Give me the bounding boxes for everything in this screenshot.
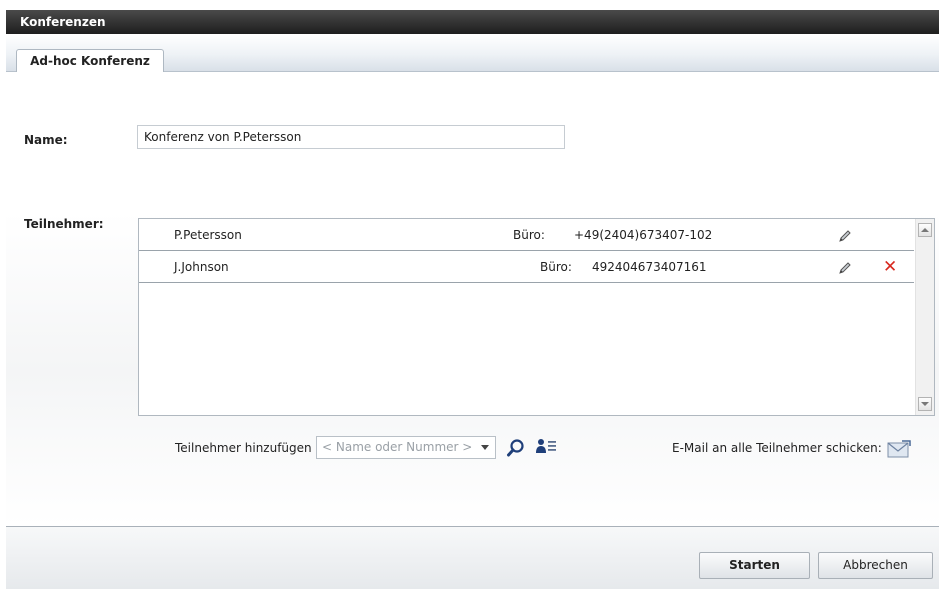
chevron-up-icon xyxy=(921,228,929,232)
participant-row[interactable]: P.Petersson Büro: +49(2404)673407-102 xyxy=(139,219,914,251)
participant-name: J.Johnson xyxy=(174,260,229,274)
add-participant-combobox[interactable]: < Name oder Nummer > xyxy=(316,436,496,459)
add-participant-label: Teilnehmer hinzufügen xyxy=(175,441,312,455)
participants-label: Teilnehmer: xyxy=(24,217,104,231)
name-label: Name: xyxy=(24,133,68,147)
name-input[interactable]: Konferenz von P.Petersson xyxy=(137,125,565,149)
participant-row[interactable]: J.Johnson Büro: 492404673407161 ✕ xyxy=(139,251,914,283)
participant-number: 492404673407161 xyxy=(592,260,707,274)
participant-number: +49(2404)673407-102 xyxy=(574,228,713,242)
search-icon[interactable] xyxy=(506,438,526,458)
participant-type: Büro: xyxy=(540,260,572,274)
tab-ad-hoc-konferenz[interactable]: Ad-hoc Konferenz xyxy=(16,49,164,72)
close-icon[interactable]: ✕ xyxy=(883,251,897,283)
window-title: Konferenzen xyxy=(6,10,939,34)
start-button[interactable]: Starten xyxy=(699,552,810,579)
pencil-icon[interactable] xyxy=(837,228,853,244)
chevron-down-icon[interactable] xyxy=(481,445,489,450)
participant-name: P.Petersson xyxy=(174,228,242,242)
add-participant-placeholder: < Name oder Nummer > xyxy=(322,440,473,454)
participant-type: Büro: xyxy=(513,228,545,242)
contact-list-icon[interactable] xyxy=(535,437,559,457)
cancel-button[interactable]: Abbrechen xyxy=(818,552,933,579)
participant-list-scrollbar[interactable] xyxy=(915,219,934,415)
scroll-down-button[interactable] xyxy=(918,397,932,411)
pencil-icon[interactable] xyxy=(837,260,853,276)
scroll-up-button[interactable] xyxy=(918,223,932,237)
chevron-down-icon xyxy=(921,402,929,406)
tab-strip: Ad-hoc Konferenz xyxy=(6,34,939,72)
participant-list: P.Petersson Büro: +49(2404)673407-102 J.… xyxy=(138,218,935,416)
envelope-icon[interactable] xyxy=(886,439,912,459)
email-all-label: E-Mail an alle Teilnehmer schicken: xyxy=(672,441,882,455)
